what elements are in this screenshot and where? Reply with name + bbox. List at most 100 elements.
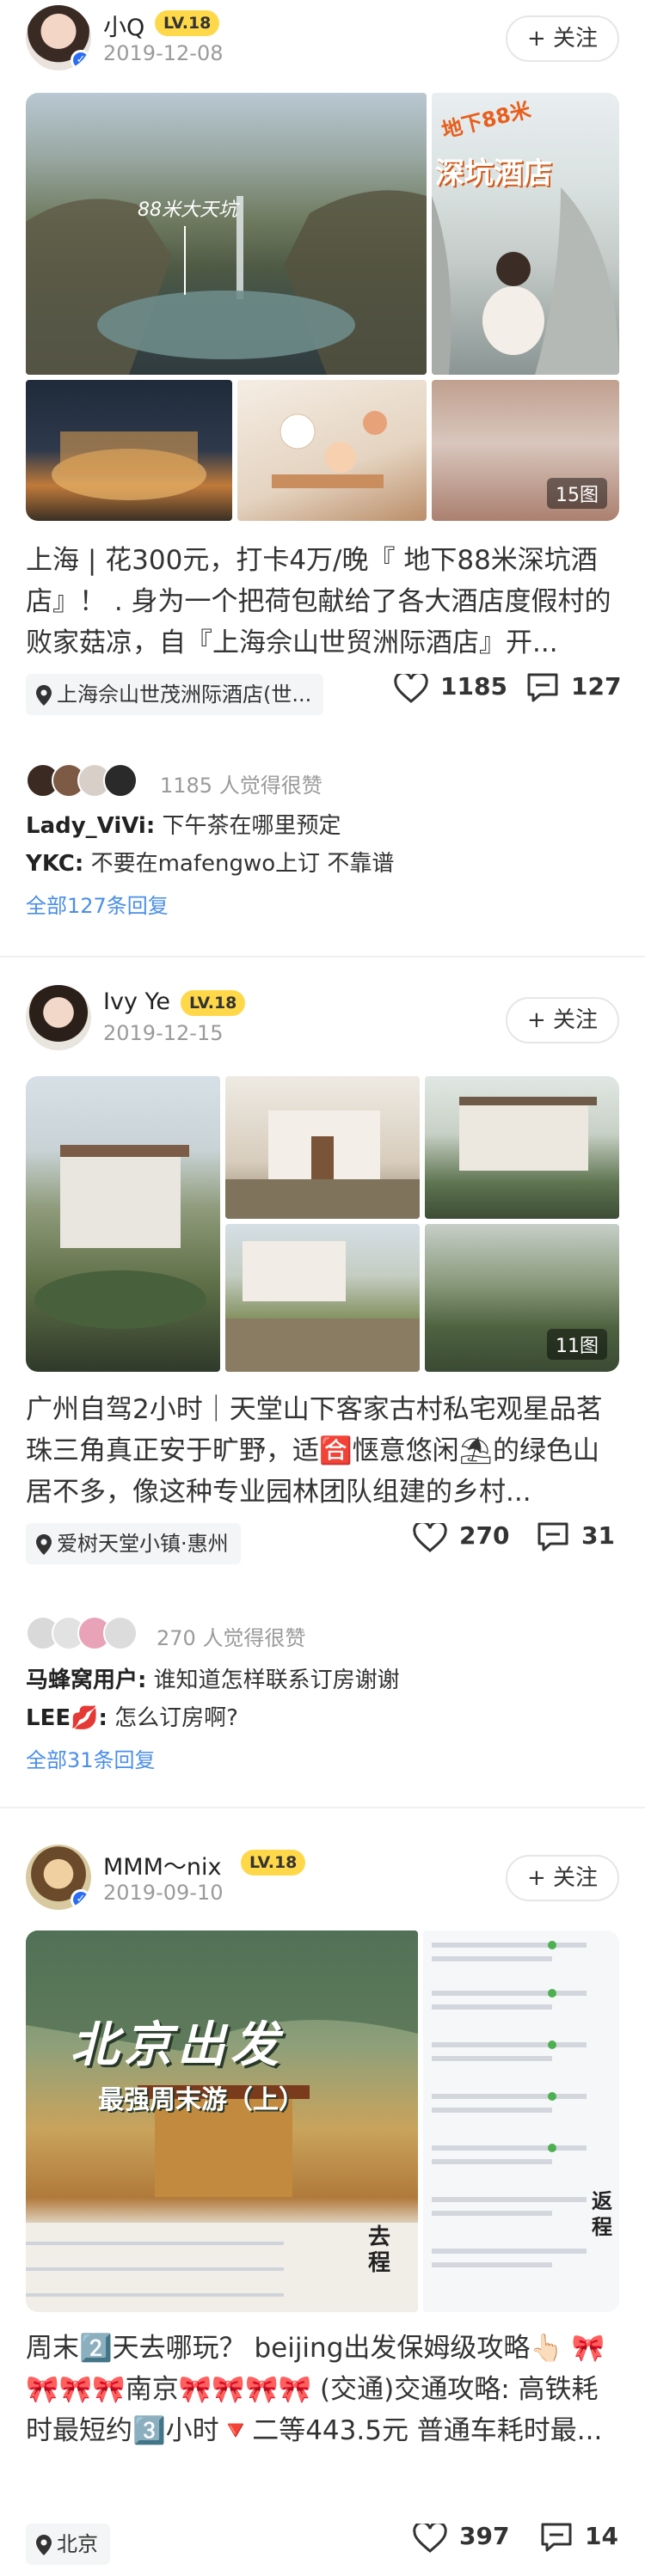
comment-button[interactable]: 31 [537, 1521, 615, 1552]
user-name[interactable]: MMM～nix [103, 1848, 221, 1882]
likers-avatars[interactable] [26, 763, 155, 798]
photo-garden-art [34, 1145, 206, 1329]
location-tag[interactable]: 北京 [26, 2524, 110, 2565]
user-name[interactable]: 小Q [103, 9, 144, 42]
level-badge: LV.18 [241, 1850, 306, 1875]
post-date: 2019-12-15 [103, 1021, 224, 1045]
level-badge: LV.18 [181, 990, 246, 1016]
photo-garden[interactable] [26, 1076, 220, 1372]
like-count: 397 [459, 2522, 510, 2550]
post-body[interactable]: 周末2️⃣天去哪玩？ beijing出发保姆级攻略👆🏻 🎀🎀🎀🎀南京🎀🎀🎀🎀 (… [26, 2328, 619, 2453]
photo-cover-beijing[interactable]: 北京出发 最强周末游（上） 去程 [26, 1930, 418, 2312]
follow-button[interactable]: + 关注 [506, 997, 619, 1043]
comment-row[interactable]: YKC: 不要在mafengwo上订 不靠谱 [26, 846, 394, 878]
post-date: 2019-09-10 [103, 1881, 224, 1905]
comment-row[interactable]: 马蜂窝用户: 谁知道怎样联系订房谢谢 [26, 1662, 400, 1694]
verified-icon: ✓ [71, 1889, 91, 1910]
photo-cottage[interactable] [225, 1076, 420, 1219]
comment-user[interactable]: LEE💋: [26, 1705, 108, 1731]
like-button[interactable]: 270 [413, 1521, 509, 1552]
comment-user[interactable]: YKC: [26, 851, 83, 877]
photo-hotel-line2: 深坑酒店 [435, 156, 552, 191]
photo-cliff-pit[interactable]: 88米大天坑 [26, 93, 427, 375]
comment-text: 不要在mafengwo上订 不靠谱 [90, 851, 395, 877]
liker-avatar [103, 763, 138, 798]
photo-villa-pond[interactable] [425, 1076, 619, 1219]
all-replies-link[interactable]: 全部127条回复 [26, 889, 169, 919]
photo-stone-path[interactable] [225, 1224, 420, 1372]
location-tag[interactable]: 爱树天堂小镇·惠州 [26, 1523, 241, 1564]
comment-icon [538, 1522, 568, 1551]
photo-cover-art [26, 1930, 418, 2312]
avatar[interactable] [26, 985, 91, 1050]
image-grid[interactable]: 88米大天坑 地下88米 深坑酒店 15图 [26, 93, 619, 521]
level-badge: LV.18 [155, 10, 220, 36]
heart-icon [394, 671, 428, 703]
location-text: 上海佘山世茂洲际酒店(世... [57, 682, 312, 707]
verified-icon: ✓ [71, 50, 91, 70]
user-name[interactable]: Ivy Ye [103, 988, 170, 1015]
avatar[interactable]: ✓ [26, 1845, 91, 1910]
photo-tea-art [272, 411, 387, 488]
photo-room[interactable]: 15图 [432, 380, 619, 521]
location-tag[interactable]: 上海佘山世茂洲际酒店(世... [26, 674, 324, 715]
image-grid[interactable]: 11图 [26, 1076, 619, 1372]
likers-avatars[interactable] [26, 1616, 155, 1650]
like-count: 270 [459, 1521, 510, 1550]
avatar[interactable]: ✓ [26, 5, 91, 70]
image-count-badge: 11图 [547, 1329, 607, 1360]
comment-count: 31 [581, 1521, 615, 1550]
photo-schedule-art [432, 1941, 587, 2267]
likers-text: 270 人觉得很赞 [157, 1626, 306, 1650]
follow-button[interactable]: + 关注 [506, 15, 619, 62]
comment-button[interactable]: 14 [540, 2522, 618, 2553]
photo-hotel[interactable]: 地下88米 深坑酒店 [432, 93, 619, 375]
heart-icon [413, 2521, 447, 2553]
comment-count: 14 [585, 2522, 618, 2550]
like-button[interactable]: 1185 [394, 671, 507, 703]
image-grid[interactable]: 北京出发 最强周末游（上） 去程 返程 [26, 1930, 619, 2312]
comment-user[interactable]: Lady_ViVi: [26, 813, 155, 839]
like-button[interactable]: 397 [413, 2521, 510, 2553]
schedule-side-label: 返程 [592, 2189, 612, 2239]
comment-text: 下午茶在哪里预定 [162, 813, 341, 839]
photo-train-schedule[interactable]: 返程 [423, 1930, 619, 2312]
photo-night[interactable] [26, 380, 232, 521]
comment-row[interactable]: Lady_ViVi: 下午茶在哪里预定 [26, 808, 341, 840]
photo-night-art [52, 431, 206, 500]
comment-user[interactable]: 马蜂窝用户: [26, 1667, 146, 1693]
cover-title: 北京出发 [71, 2017, 284, 2073]
comment-row[interactable]: LEE💋: 怎么订房啊? [26, 1700, 238, 1732]
likers-text: 1185 人觉得很赞 [160, 774, 322, 798]
photo-cliff-art [26, 190, 427, 375]
cover-side-label: 去程 [368, 2224, 391, 2276]
post-divider [0, 1807, 645, 1808]
comment-icon [541, 2523, 572, 2552]
comment-text: 怎么订房啊? [114, 1705, 238, 1731]
comment-count: 127 [571, 672, 622, 701]
post-body[interactable]: 广州自驾2小时｜天堂山下客家古村私宅观星品茗 珠三角真正安于旷野，适🈴惬意悠闲⛱… [26, 1389, 619, 1514]
all-replies-link[interactable]: 全部31条回复 [26, 1743, 156, 1773]
photo-cottage-art [225, 1111, 420, 1219]
photo-villa-art [459, 1097, 597, 1171]
comment-button[interactable]: 127 [526, 672, 621, 703]
post-body[interactable]: 上海 | 花300元，打卡4万/晚『 地下88米深坑酒店』！ . 身为一个把荷包… [26, 540, 619, 665]
post-date: 2019-12-08 [103, 41, 224, 65]
photo-cliff-label: 88米大天坑 [138, 199, 237, 221]
photo-tea[interactable] [237, 380, 427, 521]
like-count: 1185 [440, 672, 507, 701]
photo-stone-art [225, 1241, 420, 1372]
location-text: 北京 [57, 2532, 98, 2556]
liker-avatar [103, 1616, 138, 1650]
image-count-badge: 15图 [547, 478, 607, 509]
cover-subtitle: 最强周末游（上） [98, 2085, 304, 2115]
follow-button[interactable]: + 关注 [506, 1855, 619, 1901]
photo-courtyard[interactable]: 11图 [425, 1224, 619, 1372]
location-pin-icon [36, 1534, 52, 1555]
heart-icon [413, 1521, 447, 1552]
location-text: 爱树天堂小镇·惠州 [57, 1532, 229, 1556]
location-pin-icon [36, 685, 52, 706]
location-pin-icon [36, 2535, 52, 2555]
comment-icon [527, 673, 558, 702]
post-divider [0, 956, 645, 958]
